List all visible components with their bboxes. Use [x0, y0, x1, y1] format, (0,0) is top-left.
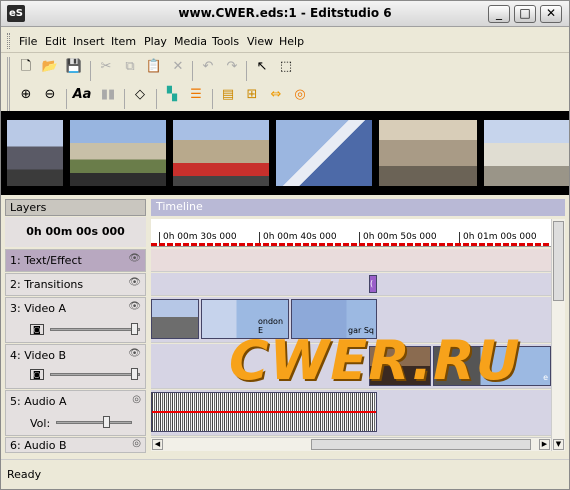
cut-icon[interactable]: ✂	[96, 57, 116, 77]
marker-icon[interactable]: ◇	[130, 85, 150, 105]
redo-icon[interactable]: ↷	[222, 57, 242, 77]
menu-grip[interactable]	[7, 33, 10, 49]
maximize-button[interactable]: □	[514, 5, 536, 23]
mute-icon[interactable]: ◎	[132, 438, 141, 449]
media-thumbnail[interactable]	[7, 120, 63, 186]
menu-help[interactable]: Help	[279, 35, 304, 48]
audio-clip[interactable]	[151, 392, 377, 432]
film-icon[interactable]: ▤	[218, 85, 238, 105]
status-bar: Ready	[1, 459, 569, 489]
media-thumbnail[interactable]	[276, 120, 372, 186]
opacity-icon: ◙	[30, 369, 44, 380]
layer-stack-icon[interactable]: ▚	[162, 85, 182, 105]
target-icon[interactable]: ◎	[290, 85, 310, 105]
window-title: www.CWER.eds:1 - Editstudio 6	[178, 6, 392, 20]
status-text: Ready	[7, 468, 42, 481]
align-icon[interactable]: ☰	[186, 85, 206, 105]
volume-slider[interactable]	[56, 416, 132, 428]
mute-icon[interactable]: ◎	[132, 394, 141, 405]
eye-icon[interactable]: 👁	[128, 348, 141, 359]
layer-label: 2: Transitions	[10, 278, 84, 291]
title-bar: eS www.CWER.eds:1 - Editstudio 6 _ □ ✕	[1, 1, 569, 27]
copy-icon[interactable]: ⧉	[120, 57, 140, 77]
transition-clip[interactable]: (	[369, 275, 377, 293]
layer-label: 1: Text/Effect	[10, 254, 82, 267]
scroll-thumb[interactable]	[553, 221, 564, 301]
opacity-slider[interactable]	[50, 323, 140, 335]
volume-label: Vol:	[30, 417, 51, 430]
toolbar-editing: ⊕ ⊖ Aa ▮▮ ◇ ▚ ☰ ▤ ⊞ ⇔ ◎	[7, 85, 317, 113]
zoom-in-icon[interactable]: ⊕	[16, 85, 36, 105]
scroll-left-button[interactable]: ◀	[152, 439, 163, 450]
menu-tools[interactable]: Tools	[212, 35, 239, 48]
close-button[interactable]: ✕	[540, 5, 562, 23]
track-transitions[interactable]: (	[151, 273, 551, 296]
scroll-thumb[interactable]	[311, 439, 531, 450]
pointer-icon[interactable]: ↖	[252, 57, 272, 77]
delete-icon[interactable]: ✕	[168, 57, 188, 77]
timeline-header: Timeline	[151, 199, 565, 216]
open-icon[interactable]: 📂	[40, 57, 60, 77]
slider-knob[interactable]	[131, 368, 138, 380]
menu-item[interactable]: Item	[111, 35, 136, 48]
new-icon[interactable]: 🗋	[16, 57, 36, 77]
media-thumbnail[interactable]	[173, 120, 269, 186]
layer-label: 3: Video A	[10, 302, 67, 315]
eye-icon[interactable]: 👁	[128, 277, 141, 288]
save-icon[interactable]: 💾	[64, 57, 84, 77]
layer-text-effect[interactable]: 1: Text/Effect 👁	[5, 249, 146, 272]
menu-file[interactable]: File	[19, 35, 37, 48]
current-timecode: 0h 00m 00s 000	[5, 217, 146, 247]
select-frame-icon[interactable]: ⬚	[276, 57, 296, 77]
layer-label: 5: Audio A	[10, 395, 67, 408]
menu-insert[interactable]: Insert	[73, 35, 105, 48]
eye-icon[interactable]: 👁	[128, 301, 141, 312]
opacity-slider[interactable]	[50, 368, 140, 380]
volume-envelope[interactable]	[152, 411, 376, 413]
menu-edit[interactable]: Edit	[45, 35, 66, 48]
media-thumbnail[interactable]	[70, 120, 166, 186]
watermark-logo: CWER.RU	[229, 329, 521, 392]
vertical-scrollbar[interactable]: ▼	[551, 219, 565, 451]
menu-play[interactable]: Play	[144, 35, 167, 48]
layer-video-a[interactable]: 3: Video A 👁 ◙	[5, 297, 146, 343]
track-text-effect[interactable]	[151, 249, 551, 272]
eye-icon[interactable]: 👁	[128, 253, 141, 264]
undo-icon[interactable]: ↶	[198, 57, 218, 77]
split-icon[interactable]: ▮▮	[98, 85, 118, 105]
crop-icon[interactable]: ⊞	[242, 85, 262, 105]
layer-audio-a[interactable]: 5: Audio A ◎ Vol:	[5, 390, 146, 436]
menu-media[interactable]: Media	[174, 35, 207, 48]
media-thumbnail[interactable]	[484, 120, 569, 186]
horizontal-scrollbar[interactable]: ◀ ▶	[151, 437, 551, 451]
paste-icon[interactable]: 📋	[144, 57, 164, 77]
video-clip[interactable]	[151, 299, 199, 339]
layer-transitions[interactable]: 2: Transitions 👁	[5, 273, 146, 296]
scroll-down-button[interactable]: ▼	[553, 439, 564, 450]
layer-audio-b[interactable]: 6: Audio B ◎	[5, 437, 146, 453]
track-audio-a[interactable]	[151, 390, 551, 436]
slider-knob[interactable]	[103, 416, 110, 428]
layers-header: Layers	[5, 199, 146, 216]
media-preview-strip	[1, 111, 569, 195]
app-window: eS www.CWER.eds:1 - Editstudio 6 _ □ ✕ F…	[0, 0, 570, 490]
playback-range-bar	[151, 243, 551, 246]
layer-label: 4: Video B	[10, 349, 67, 362]
timeline-ruler[interactable]: 0h 00m 30s 000 0h 00m 40s 000 0h 00m 50s…	[151, 219, 551, 247]
minimize-button[interactable]: _	[488, 5, 510, 23]
layer-label: 6: Audio B	[10, 439, 67, 452]
layer-video-b[interactable]: 4: Video B 👁 ◙	[5, 344, 146, 389]
zoom-out-icon[interactable]: ⊖	[40, 85, 60, 105]
media-thumbnail[interactable]	[379, 120, 477, 186]
slider-knob[interactable]	[131, 323, 138, 335]
menu-view[interactable]: View	[247, 35, 273, 48]
menu-bar: File Edit Insert Item Play Media Tools V…	[1, 29, 569, 53]
ripple-icon[interactable]: ⇔	[266, 85, 286, 105]
opacity-icon: ◙	[30, 324, 44, 335]
scroll-right-button[interactable]: ▶	[539, 439, 550, 450]
toolbar-standard: 🗋 📂 💾 ✂ ⧉ 📋 ✕ ↶ ↷ ↖ ⬚	[7, 57, 317, 85]
text-style-icon[interactable]: Aa	[72, 85, 92, 105]
